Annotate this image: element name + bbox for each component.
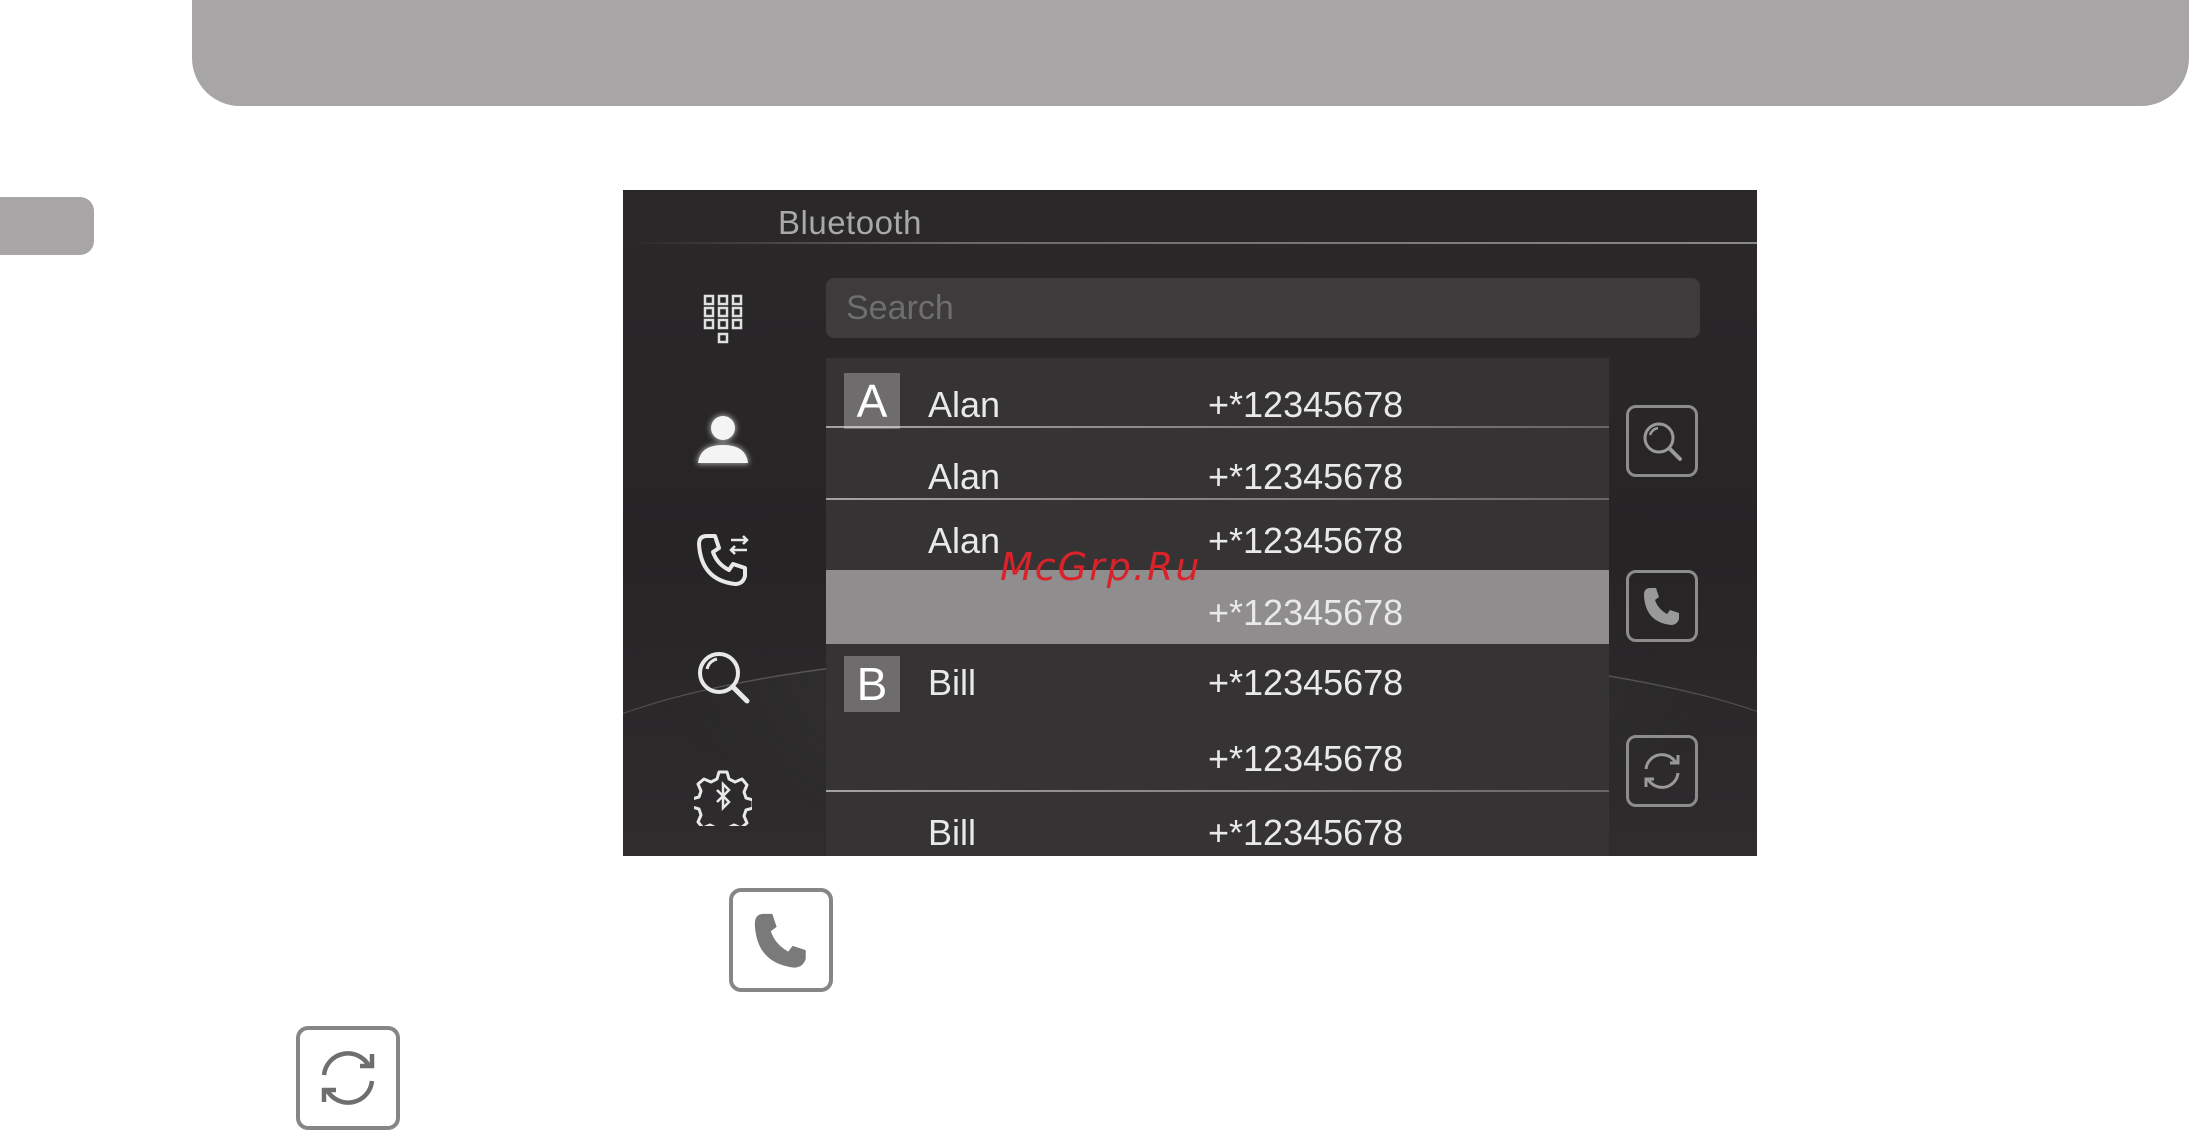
- index-letter: A: [844, 373, 900, 429]
- contact-number: +*12345678: [1208, 456, 1404, 497]
- contact-name: Alan: [928, 520, 1001, 561]
- sync-icon: [1644, 753, 1680, 789]
- contact-name: Alan: [928, 456, 1001, 497]
- dialpad-icon: [703, 294, 743, 344]
- contact-row[interactable]: A Alan +*12345678: [826, 358, 1609, 429]
- phone-icon: [1644, 588, 1679, 625]
- chapter-tab: [0, 197, 94, 255]
- title-divider: [623, 242, 1757, 244]
- search-contact-button[interactable]: [1626, 405, 1698, 477]
- call-button[interactable]: [1626, 570, 1698, 642]
- call-history-icon: [697, 534, 749, 586]
- contact-name: Bill: [928, 812, 977, 853]
- phone-icon: [754, 913, 806, 968]
- contact-list: A Alan +*12345678 Alan +*12345678 Alan +…: [826, 358, 1609, 856]
- sync-button-illustration: [296, 1026, 400, 1130]
- contact-row[interactable]: Alan +*12345678: [826, 430, 1609, 500]
- contact-number: +*12345678: [1208, 520, 1404, 561]
- contact-row[interactable]: +*12345678: [826, 714, 1609, 792]
- contacts-icon: [697, 415, 749, 464]
- contact-number: +*12345678: [1208, 592, 1404, 633]
- nav-bluetooth-settings[interactable]: [691, 765, 755, 829]
- sync-icon: [321, 1051, 375, 1105]
- page-header-band: [192, 0, 2189, 106]
- contact-row[interactable]: Bill +*12345678: [826, 792, 1609, 856]
- contact-number: +*12345678: [1208, 662, 1404, 703]
- call-button-illustration: [729, 888, 833, 992]
- sync-contacts-button[interactable]: [1626, 735, 1698, 807]
- contact-row[interactable]: Alan +*12345678: [826, 500, 1609, 570]
- search-icon: [1643, 422, 1682, 461]
- contact-row[interactable]: B Bill +*12345678: [826, 644, 1609, 714]
- contact-number: +*12345678: [1208, 812, 1404, 853]
- contact-name: Bill: [928, 662, 977, 703]
- contact-name: Alan: [928, 384, 1001, 425]
- contact-search[interactable]: [826, 278, 1700, 338]
- nav-call-history[interactable]: [691, 528, 755, 592]
- contact-number: +*12345678: [1208, 384, 1404, 425]
- bluetooth-settings-icon: [694, 770, 752, 826]
- search-icon: [698, 652, 750, 704]
- nav-contacts[interactable]: [691, 408, 755, 472]
- nav-dialpad[interactable]: [691, 288, 755, 352]
- index-letter: B: [844, 656, 900, 712]
- watermark-text: McGrp.Ru: [1000, 545, 1202, 589]
- nav-search[interactable]: [691, 645, 755, 709]
- head-unit-screen: Bluetooth Search A Alan +*12345678 Alan …: [623, 190, 1757, 856]
- contact-row-selected[interactable]: +*12345678: [826, 570, 1609, 644]
- contact-number: +*12345678: [1208, 738, 1404, 779]
- screen-title: Bluetooth: [778, 204, 922, 241]
- search-input[interactable]: [826, 278, 1700, 338]
